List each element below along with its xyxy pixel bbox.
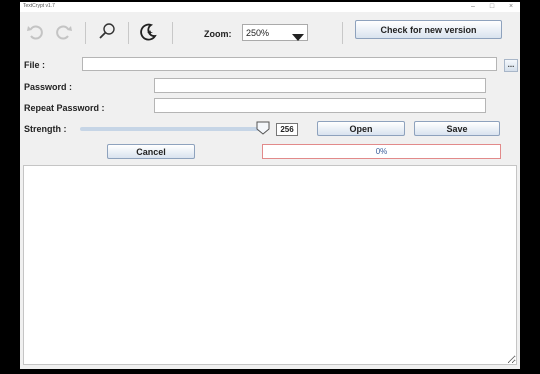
progress-text: 0% [375, 147, 388, 156]
search-icon[interactable] [97, 22, 117, 42]
password-field[interactable] [154, 78, 486, 93]
minimize-button[interactable]: – [467, 2, 479, 11]
night-mode-icon[interactable] [138, 22, 158, 42]
browse-button[interactable]: ... [504, 59, 518, 72]
app-window: TextCrypt v1.7 – □ × Zoom: 250% Check fo… [20, 2, 520, 369]
strength-label: Strength : [24, 124, 67, 134]
editor-text-area[interactable] [23, 165, 517, 365]
toolbar-separator [128, 22, 129, 44]
open-button[interactable]: Open [317, 121, 405, 136]
window-title: TextCrypt v1.7 [23, 3, 55, 9]
repeat-password-label: Repeat Password : [24, 103, 105, 113]
repeat-password-field[interactable] [154, 98, 486, 113]
chevron-down-icon[interactable] [292, 29, 304, 47]
redo-icon[interactable] [54, 22, 74, 42]
file-field[interactable] [82, 57, 497, 71]
toolbar-separator [342, 22, 343, 44]
check-update-button[interactable]: Check for new version [355, 20, 502, 39]
zoom-select[interactable]: 250% [242, 24, 308, 41]
undo-icon[interactable] [25, 22, 45, 42]
title-bar: TextCrypt v1.7 – □ × [20, 2, 520, 12]
close-button[interactable]: × [505, 2, 517, 11]
password-label: Password : [24, 82, 73, 92]
toolbar-separator [85, 22, 86, 44]
strength-value: 256 [276, 123, 298, 136]
zoom-value: 250% [246, 28, 270, 38]
progress-bar: 0% [262, 144, 501, 159]
zoom-label: Zoom: [204, 29, 232, 39]
toolbar-separator [172, 22, 173, 44]
strength-slider-thumb[interactable] [256, 121, 270, 140]
maximize-button[interactable]: □ [486, 2, 498, 11]
cancel-button[interactable]: Cancel [107, 144, 195, 159]
file-label: File : [24, 60, 46, 70]
save-button[interactable]: Save [414, 121, 500, 136]
strength-slider-track[interactable] [80, 127, 260, 131]
